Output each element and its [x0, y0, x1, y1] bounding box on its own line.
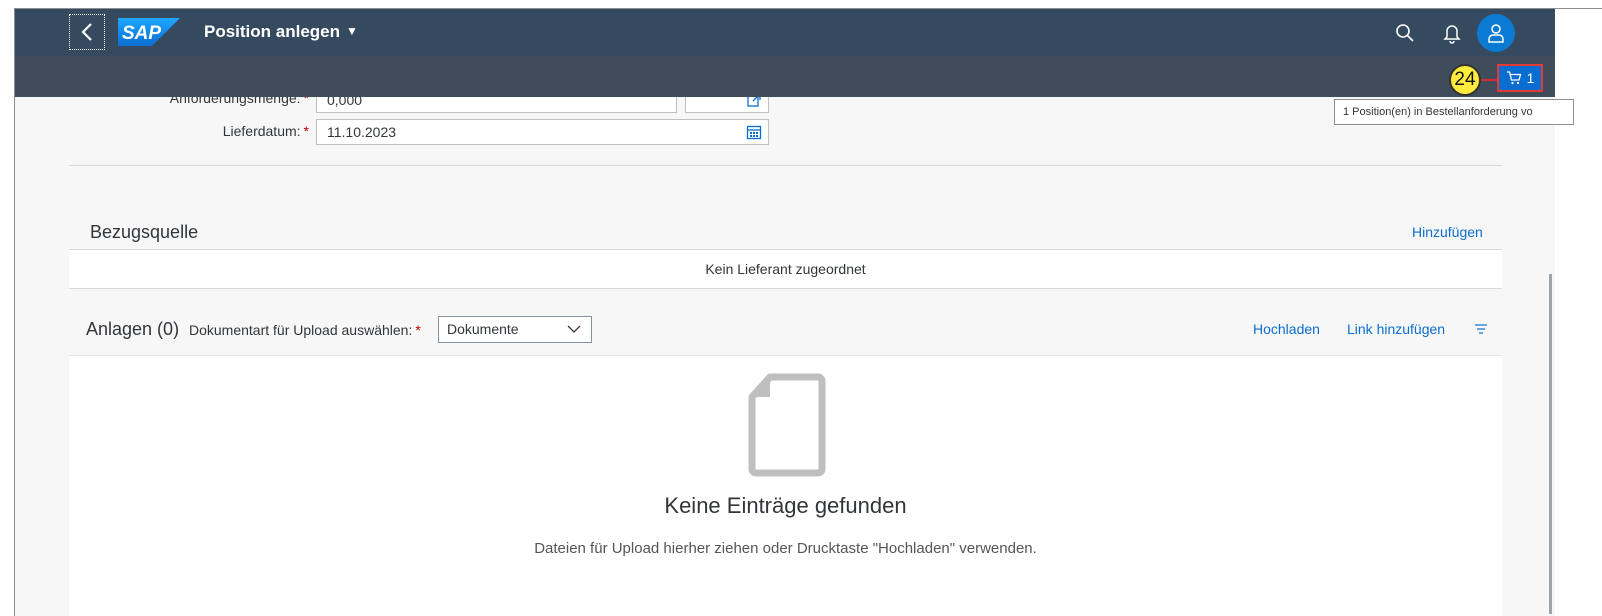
back-button[interactable]: [69, 14, 105, 50]
chevron-down-icon: [567, 325, 581, 333]
caret-down-icon: ▼: [346, 24, 358, 38]
search-icon[interactable]: [1391, 19, 1419, 47]
section-divider: [69, 165, 1502, 166]
bezugsquelle-title: Bezugsquelle: [90, 222, 199, 242]
back-arrow-icon: [81, 23, 92, 41]
bezugsquelle-empty-bar: Kein Lieferant zugeordnet: [69, 249, 1502, 289]
cart-button[interactable]: 1: [1497, 64, 1543, 92]
sap-logo[interactable]: SAP: [118, 18, 180, 46]
settings-icon[interactable]: [1474, 322, 1488, 336]
step-marker-connector: [1481, 79, 1497, 81]
calendar-icon[interactable]: [746, 124, 762, 140]
document-icon: [748, 373, 826, 477]
page-content: Anforderungsmenge: * 0,000 Lieferdatum: * …: [15, 9, 1555, 616]
user-avatar[interactable]: [1477, 14, 1515, 52]
doc-type-label: Dokumentart für Upload auswählen: *: [189, 322, 421, 338]
attachments-panel: Keine Einträge gefunden Dateien für Uplo…: [69, 355, 1502, 616]
shell-bar: SAP Position anlegen ▼: [15, 9, 1555, 56]
delivery-date-label: Lieferdatum: *: [222, 123, 309, 139]
bell-icon[interactable]: [1438, 19, 1466, 47]
scrollbar[interactable]: [1549, 274, 1552, 614]
browser-frame: Anforderungsmenge: * 0,000 Lieferdatum: * …: [14, 8, 1602, 616]
sub-toolbar: [15, 56, 1555, 97]
delivery-date-value: 11.10.2023: [327, 124, 397, 140]
cart-count: 1: [1526, 70, 1535, 86]
user-icon: [1488, 24, 1504, 43]
sap-logo-text: SAP: [122, 23, 161, 44]
upload-link[interactable]: Hochladen: [1253, 321, 1320, 337]
empty-title: Keine Einträge gefunden: [664, 493, 907, 518]
cart-icon: [1506, 71, 1521, 85]
doc-type-value: Dokumente: [447, 321, 519, 337]
add-link-button[interactable]: Link hinzufügen: [1347, 321, 1445, 337]
bezugsquelle-empty-text: Kein Lieferant zugeordnet: [705, 261, 866, 277]
delivery-date-input[interactable]: 11.10.2023: [316, 119, 769, 145]
app-title-menu[interactable]: Position anlegen ▼: [204, 22, 358, 42]
bezugsquelle-add-link[interactable]: Hinzufügen: [1412, 224, 1483, 240]
step-marker: 24: [1449, 64, 1481, 96]
app-title: Position anlegen: [204, 22, 341, 41]
doc-type-select[interactable]: Dokumente: [438, 316, 592, 343]
empty-hint: Dateien für Upload hierher ziehen oder D…: [534, 540, 1037, 557]
cart-tooltip: 1 Position(en) in Bestellanforderung vo: [1334, 99, 1574, 125]
anlagen-title: Anlagen (0): [86, 319, 180, 339]
